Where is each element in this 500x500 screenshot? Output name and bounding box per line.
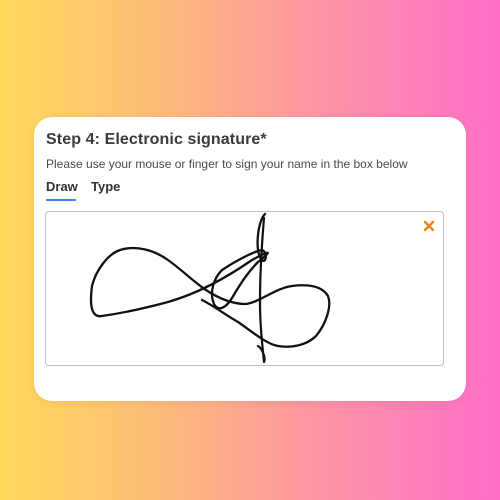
- tab-draw[interactable]: Draw: [46, 179, 78, 194]
- step-title: Step 4: Electronic signature*: [46, 131, 267, 148]
- signature-drawing: [89, 212, 331, 364]
- tab-type[interactable]: Type: [91, 179, 120, 194]
- instructions-text: Please use your mouse or finger to sign …: [46, 157, 408, 171]
- signature-card: Step 4: Electronic signature* Please use…: [34, 117, 466, 401]
- signature-pad[interactable]: [45, 211, 444, 366]
- close-icon[interactable]: [422, 219, 436, 233]
- active-tab-indicator: [46, 199, 76, 201]
